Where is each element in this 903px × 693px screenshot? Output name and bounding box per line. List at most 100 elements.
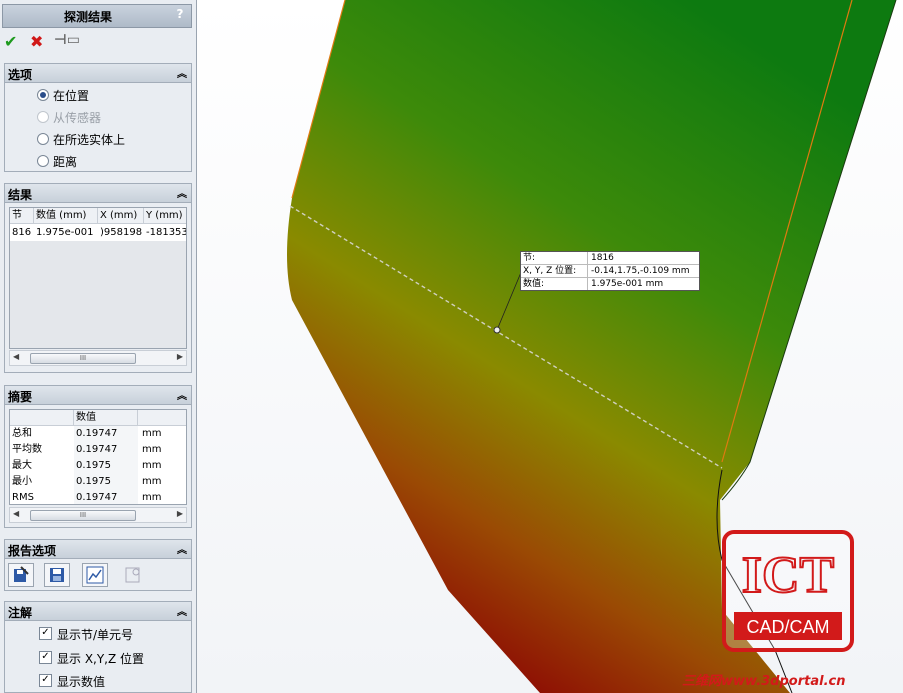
collapse-icon[interactable]: ︽ bbox=[177, 387, 187, 402]
cell: )958198 bbox=[100, 227, 143, 238]
tooltip-key: X, Y, Z 位置: bbox=[523, 266, 577, 276]
cell: -181353 bbox=[146, 227, 187, 238]
radio-dot bbox=[37, 89, 49, 101]
ict-logo: ICT CAD/CAM bbox=[722, 530, 856, 654]
checkbox[interactable]: ✓ bbox=[39, 674, 52, 687]
table-empty-area bbox=[10, 241, 186, 348]
tooltip-key: 节: bbox=[523, 253, 536, 263]
scroll-right-icon[interactable]: ▶ bbox=[177, 352, 183, 361]
cell: mm bbox=[142, 476, 162, 487]
cell: 0.19747 bbox=[74, 426, 138, 442]
col-header[interactable]: X (mm) bbox=[98, 208, 144, 224]
tooltip-value: -0.14,1.75,-0.109 mm bbox=[587, 265, 699, 277]
radio-label: 在位置 bbox=[53, 89, 90, 103]
summary-header[interactable]: 摘要 ︽ bbox=[5, 386, 191, 405]
options-header[interactable]: 选项 ︽ bbox=[5, 64, 191, 83]
cell: 最小 bbox=[12, 476, 32, 487]
x-icon[interactable]: ✖ bbox=[30, 32, 43, 51]
col-header[interactable]: 数值 (mm) bbox=[34, 208, 98, 224]
cell: RMS bbox=[12, 492, 34, 503]
logo-small-text: CAD/CAM bbox=[746, 617, 829, 637]
tooltip-key: 数值: bbox=[523, 279, 545, 289]
col-header: 数值 bbox=[74, 410, 138, 426]
options-title: 选项 bbox=[8, 68, 33, 82]
results-group: 结果 ︽ 节 数值 (mm) X (mm) Y (mm) 816 1.975e-… bbox=[4, 183, 192, 373]
table-row: 最小 0.1975 mm bbox=[10, 474, 186, 490]
cell: 平均数 bbox=[12, 444, 42, 455]
cell: 0.19747 bbox=[74, 490, 138, 504]
cell: 0.1975 bbox=[74, 474, 138, 490]
radio-dot bbox=[37, 133, 49, 145]
results-hscroll[interactable]: ◀ III ▶ bbox=[9, 350, 187, 366]
collapse-icon[interactable]: ︽ bbox=[177, 541, 187, 556]
tooltip-value: 1816 bbox=[587, 252, 699, 264]
report-header[interactable]: 报告选项 ︽ bbox=[5, 540, 191, 559]
cell: 1.975e-001 bbox=[36, 227, 94, 238]
cell: 816 bbox=[12, 227, 32, 238]
tooltip-row: 节: 1816 bbox=[521, 252, 699, 265]
probe-tooltip: 节: 1816 X, Y, Z 位置: -0.14,1.75,-0.109 mm… bbox=[520, 251, 700, 291]
table-row: 最大 0.1975 mm bbox=[10, 458, 186, 474]
scroll-left-icon[interactable]: ◀ bbox=[13, 509, 19, 518]
radio-label: 距离 bbox=[53, 155, 78, 169]
plot-icon[interactable] bbox=[82, 563, 108, 587]
annotation-header[interactable]: 注解 ︽ bbox=[5, 602, 191, 621]
radio-label: 在所选实体上 bbox=[53, 133, 126, 147]
collapse-icon[interactable]: ︽ bbox=[177, 603, 187, 618]
results-header[interactable]: 结果 ︽ bbox=[5, 184, 191, 203]
scroll-left-icon[interactable]: ◀ bbox=[13, 352, 19, 361]
checkbox[interactable]: ✓ bbox=[39, 627, 52, 640]
summary-table[interactable]: 数值 总和 0.19747 mm 平均数 0.19747 mm 最大 0.197… bbox=[9, 409, 187, 505]
scroll-thumb[interactable]: III bbox=[30, 510, 136, 521]
checkbox-label: 显示数值 bbox=[57, 675, 106, 689]
cell: 0.1975 bbox=[74, 458, 138, 474]
summary-group: 摘要 ︽ 数值 总和 0.19747 mm 平均数 0.19747 mm 最大 … bbox=[4, 385, 192, 528]
table-row: RMS 0.19747 mm bbox=[10, 490, 186, 504]
cell: mm bbox=[142, 428, 162, 439]
summary-hscroll[interactable]: ◀ III ▶ bbox=[9, 507, 187, 523]
sensor-icon bbox=[120, 563, 146, 587]
summary-title: 摘要 bbox=[8, 390, 33, 404]
col-header bbox=[138, 410, 186, 426]
report-group: 报告选项 ︽ bbox=[4, 539, 192, 591]
panel-title: 探测结果 bbox=[63, 10, 112, 24]
panel-titlebar: 探测结果 ? bbox=[2, 4, 192, 28]
radio-dot bbox=[37, 155, 49, 167]
scroll-right-icon[interactable]: ▶ bbox=[177, 509, 183, 518]
table-row: 总和 0.19747 mm bbox=[10, 426, 186, 442]
table-row[interactable]: 816 1.975e-001 )958198 -181353 bbox=[10, 225, 187, 241]
tooltip-row: X, Y, Z 位置: -0.14,1.75,-0.109 mm bbox=[521, 265, 699, 278]
tooltip-value: 1.975e-001 mm bbox=[587, 278, 699, 290]
scroll-thumb[interactable]: III bbox=[30, 353, 136, 364]
annotation-title: 注解 bbox=[8, 606, 33, 620]
results-title: 结果 bbox=[8, 188, 33, 202]
radio-dot bbox=[37, 111, 49, 123]
checkbox[interactable]: ✓ bbox=[39, 651, 52, 664]
col-header bbox=[10, 410, 74, 426]
logo-big-text: ICT bbox=[742, 547, 834, 604]
pushpin-icon[interactable]: ⊣▭ bbox=[54, 32, 80, 48]
col-header[interactable]: Y (mm) bbox=[144, 208, 186, 224]
cell: mm bbox=[142, 492, 162, 503]
cell: 0.19747 bbox=[74, 442, 138, 458]
probe-point bbox=[493, 326, 501, 334]
collapse-icon[interactable]: ︽ bbox=[177, 185, 187, 200]
cell: 总和 bbox=[12, 428, 32, 439]
cell: mm bbox=[142, 460, 162, 471]
check-icon[interactable]: ✔ bbox=[4, 32, 17, 51]
checkbox-label: 显示节/单元号 bbox=[57, 628, 134, 642]
cell: 最大 bbox=[12, 460, 32, 471]
cell: mm bbox=[142, 444, 162, 455]
collapse-icon[interactable]: ︽ bbox=[177, 65, 187, 80]
save-report-icon[interactable] bbox=[8, 563, 34, 587]
checkbox-label: 显示 X,Y,Z 位置 bbox=[57, 652, 145, 666]
col-header[interactable]: 节 bbox=[10, 208, 34, 224]
save-file-icon[interactable] bbox=[44, 563, 70, 587]
help-icon[interactable]: ? bbox=[173, 7, 187, 23]
options-group: 选项 ︽ 在位置 从传感器 在所选实体上 距离 bbox=[4, 63, 192, 172]
graphics-viewport[interactable]: 节: 1816 X, Y, Z 位置: -0.14,1.75,-0.109 mm… bbox=[197, 0, 903, 693]
results-table[interactable]: 节 数值 (mm) X (mm) Y (mm) 816 1.975e-001 )… bbox=[9, 207, 187, 349]
table-row: 平均数 0.19747 mm bbox=[10, 442, 186, 458]
report-title: 报告选项 bbox=[8, 544, 57, 558]
property-manager: 探测结果 ? ✔ ✖ ⊣▭ 选项 ︽ 在位置 从传感器 在所选实体上 距离 结果… bbox=[0, 0, 197, 693]
